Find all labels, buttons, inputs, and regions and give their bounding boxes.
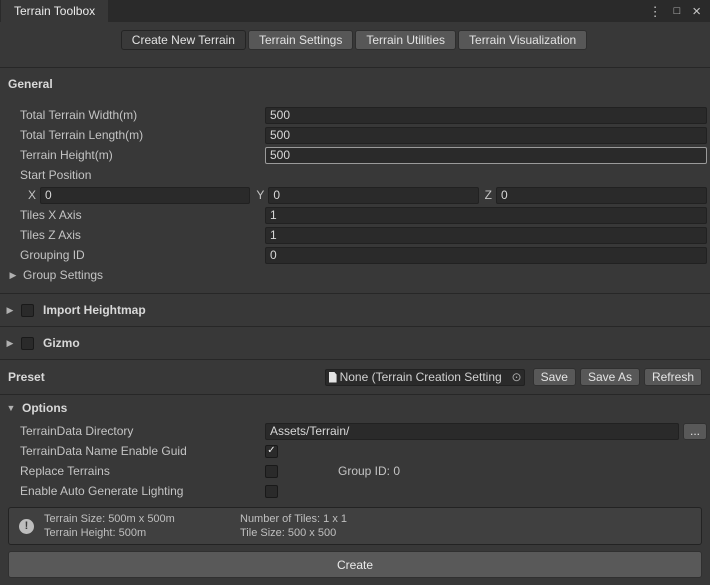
general-section-header: General xyxy=(8,77,710,93)
tiles-x-row: Tiles X Axis xyxy=(0,205,710,225)
auto-lighting-row: Enable Auto Generate Lighting xyxy=(0,481,710,501)
auto-lighting-label: Enable Auto Generate Lighting xyxy=(0,484,265,498)
group-id-text: Group ID: 0 xyxy=(338,464,400,478)
start-position-y-input[interactable] xyxy=(268,187,478,204)
name-guid-label: TerrainData Name Enable Guid xyxy=(0,444,265,458)
create-button[interactable]: Create xyxy=(8,551,702,578)
start-position-x-input[interactable] xyxy=(40,187,250,204)
tiles-x-label: Tiles X Axis xyxy=(0,208,265,222)
info-column-left: Terrain Size: 500m x 500m Terrain Height… xyxy=(44,512,230,540)
preset-band: Preset None (Terrain Creation Setting ⊙ … xyxy=(0,360,710,394)
window-controls: ⋮ □ × xyxy=(649,0,710,22)
terrain-length-input[interactable] xyxy=(265,127,707,144)
start-position-z-input[interactable] xyxy=(496,187,707,204)
save-button[interactable]: Save xyxy=(533,368,576,386)
import-heightmap-checkbox[interactable] xyxy=(21,304,34,317)
auto-lighting-checkbox[interactable] xyxy=(265,485,278,498)
foldout-closed-icon: ▶ xyxy=(8,270,18,281)
replace-terrains-row: Replace Terrains Group ID: 0 xyxy=(0,461,710,481)
axis-y-label: Y xyxy=(256,188,264,202)
maximize-icon[interactable]: □ xyxy=(674,6,681,17)
replace-terrains-label: Replace Terrains xyxy=(0,464,265,478)
axis-x-label: X xyxy=(28,188,36,202)
name-guid-checkbox[interactable]: ✓ xyxy=(265,445,278,458)
terrain-summary-infobox: ! Terrain Size: 500m x 500m Terrain Heig… xyxy=(8,507,702,545)
kebab-menu-icon[interactable]: ⋮ xyxy=(649,5,662,18)
check-icon: ✓ xyxy=(267,446,275,456)
info-column-right: Number of Tiles: 1 x 1 Tile Size: 500 x … xyxy=(240,512,347,540)
divider xyxy=(0,67,710,68)
title-bar: Terrain Toolbox ⋮ □ × xyxy=(0,0,710,22)
start-position-label: Start Position xyxy=(0,168,265,182)
asset-file-icon xyxy=(329,372,337,383)
preset-object-field[interactable]: None (Terrain Creation Setting ⊙ xyxy=(325,369,525,386)
terrain-size-text: Terrain Size: 500m x 500m xyxy=(44,512,230,526)
refresh-button[interactable]: Refresh xyxy=(644,368,702,386)
general-fields: Total Terrain Width(m) Total Terrain Len… xyxy=(0,105,710,285)
group-settings-label: Group Settings xyxy=(23,268,103,282)
terraindata-directory-label: TerrainData Directory xyxy=(0,424,265,438)
grouping-id-label: Grouping ID xyxy=(0,248,265,262)
gizmo-band: ▶ Gizmo xyxy=(0,327,710,359)
gizmo-label: Gizmo xyxy=(43,336,80,350)
mode-tabs: Create New Terrain Terrain Settings Terr… xyxy=(0,30,710,50)
close-icon[interactable]: × xyxy=(692,4,701,19)
tiles-x-input[interactable] xyxy=(265,207,707,224)
terrain-height-input[interactable] xyxy=(265,147,707,164)
terrain-height-text: Terrain Height: 500m xyxy=(44,526,230,540)
tiles-z-input[interactable] xyxy=(265,227,707,244)
replace-terrains-checkbox[interactable] xyxy=(265,465,278,478)
tab-terrain-settings[interactable]: Terrain Settings xyxy=(248,30,353,50)
foldout-open-icon: ▼ xyxy=(6,403,16,413)
grouping-id-row: Grouping ID xyxy=(0,245,710,265)
options-header: Options xyxy=(22,401,67,415)
options-fields: TerrainData Directory ... TerrainData Na… xyxy=(0,421,710,501)
info-icon: ! xyxy=(19,519,34,534)
import-heightmap-label: Import Heightmap xyxy=(43,303,146,317)
start-position-row: Start Position xyxy=(0,165,710,185)
axis-z-label: Z xyxy=(485,188,492,202)
tab-terrain-utilities[interactable]: Terrain Utilities xyxy=(355,30,456,50)
name-guid-row: TerrainData Name Enable Guid ✓ xyxy=(0,441,710,461)
gizmo-checkbox[interactable] xyxy=(21,337,34,350)
window-tab-terrain-toolbox[interactable]: Terrain Toolbox xyxy=(1,0,108,22)
grouping-id-input[interactable] xyxy=(265,247,707,264)
terrain-height-row: Terrain Height(m) xyxy=(0,145,710,165)
preset-object-value: None (Terrain Creation Setting xyxy=(340,370,509,384)
group-settings-foldout[interactable]: ▶ Group Settings xyxy=(0,265,710,285)
import-heightmap-band: ▶ Import Heightmap xyxy=(0,294,710,326)
tab-create-new-terrain[interactable]: Create New Terrain xyxy=(121,30,246,50)
terrain-width-label: Total Terrain Width(m) xyxy=(0,108,265,122)
tile-size-text: Tile Size: 500 x 500 xyxy=(240,526,347,540)
preset-label: Preset xyxy=(8,370,45,384)
tiles-z-row: Tiles Z Axis xyxy=(0,225,710,245)
terrain-height-label: Terrain Height(m) xyxy=(0,148,265,162)
object-picker-icon[interactable]: ⊙ xyxy=(512,371,522,383)
titlebar-spacer xyxy=(108,0,648,22)
terrain-length-row: Total Terrain Length(m) xyxy=(0,125,710,145)
terraindata-directory-row: TerrainData Directory ... xyxy=(0,421,710,441)
tiles-z-label: Tiles Z Axis xyxy=(0,228,265,242)
terrain-width-row: Total Terrain Width(m) xyxy=(0,105,710,125)
tab-terrain-visualization[interactable]: Terrain Visualization xyxy=(458,30,587,50)
foldout-closed-icon[interactable]: ▶ xyxy=(5,305,15,316)
foldout-closed-icon[interactable]: ▶ xyxy=(5,338,15,349)
number-of-tiles-text: Number of Tiles: 1 x 1 xyxy=(240,512,347,526)
browse-button[interactable]: ... xyxy=(683,423,707,440)
save-as-button[interactable]: Save As xyxy=(580,368,640,386)
start-position-axes: X Y Z xyxy=(0,185,710,205)
terraindata-directory-input[interactable] xyxy=(265,423,679,440)
options-foldout[interactable]: ▼ Options xyxy=(0,395,710,421)
terrain-length-label: Total Terrain Length(m) xyxy=(0,128,265,142)
terrain-width-input[interactable] xyxy=(265,107,707,124)
window-title: Terrain Toolbox xyxy=(14,4,95,18)
